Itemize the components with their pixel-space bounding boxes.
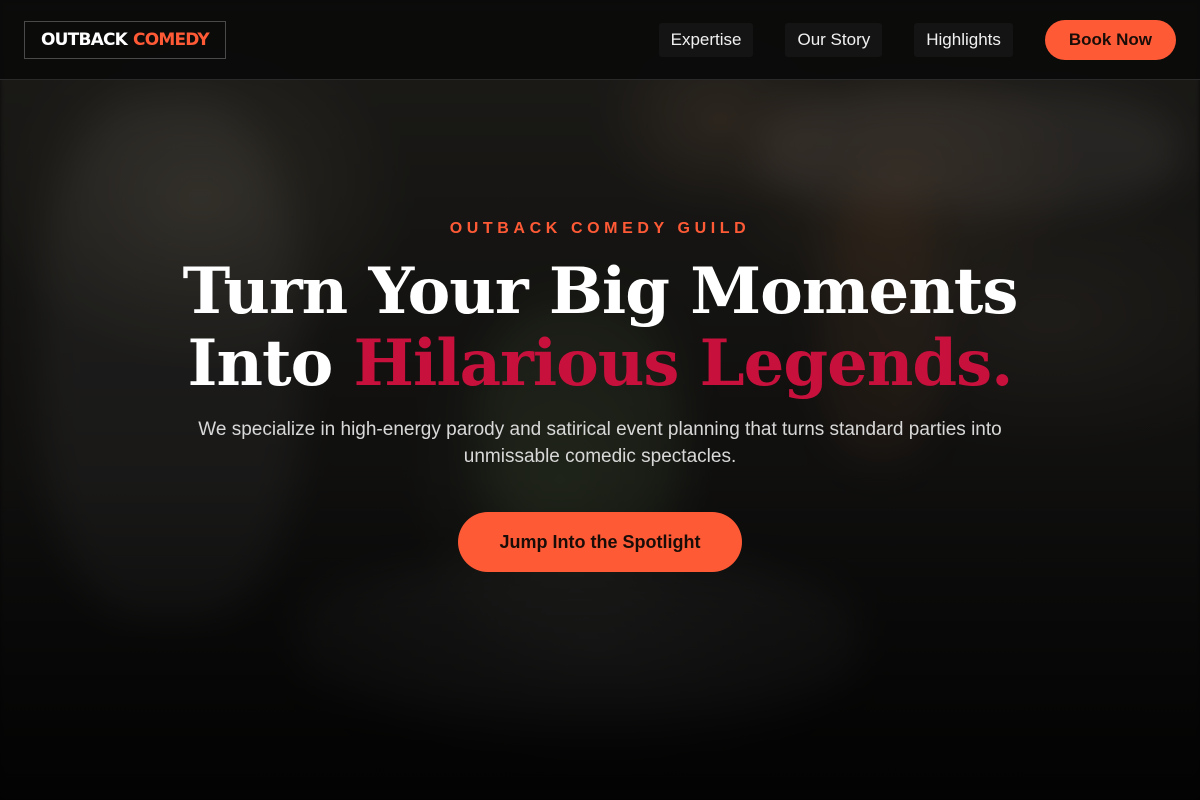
nav-link-expertise[interactable]: Expertise	[658, 22, 754, 57]
site-logo[interactable]: OUTBACK COMEDY	[24, 20, 226, 59]
site-header: OUTBACK COMEDY Expertise Our Story Highl…	[0, 0, 1200, 80]
headline-line-1: Turn Your Big Moments	[182, 254, 1019, 329]
headline-plain-text: Into	[187, 326, 334, 401]
logo-text-primary: OUTBACK	[41, 29, 128, 50]
logo-text-accent: COMEDY	[133, 29, 210, 50]
hero-eyebrow: OUTBACK COMEDY GUILD	[449, 220, 751, 237]
main-nav: Expertise Our Story Highlights Book Now	[658, 19, 1176, 60]
nav-link-highlights[interactable]: Highlights	[914, 22, 1013, 57]
spotlight-cta-button[interactable]: Jump Into the Spotlight	[458, 512, 742, 572]
nav-link-our-story[interactable]: Our Story	[785, 22, 883, 57]
book-now-button[interactable]: Book Now	[1044, 19, 1176, 60]
hero-section: OUTBACK COMEDY GUILD Turn Your Big Momen…	[0, 80, 1200, 800]
hero-headline: Turn Your Big Moments Into Hilarious Leg…	[182, 254, 1019, 400]
hero-description: We specialize in high-energy parody and …	[198, 419, 1002, 467]
headline-line-2: Into Hilarious Legends.	[183, 328, 1018, 400]
headline-accent-text: Hilarious Legends.	[353, 326, 1014, 401]
